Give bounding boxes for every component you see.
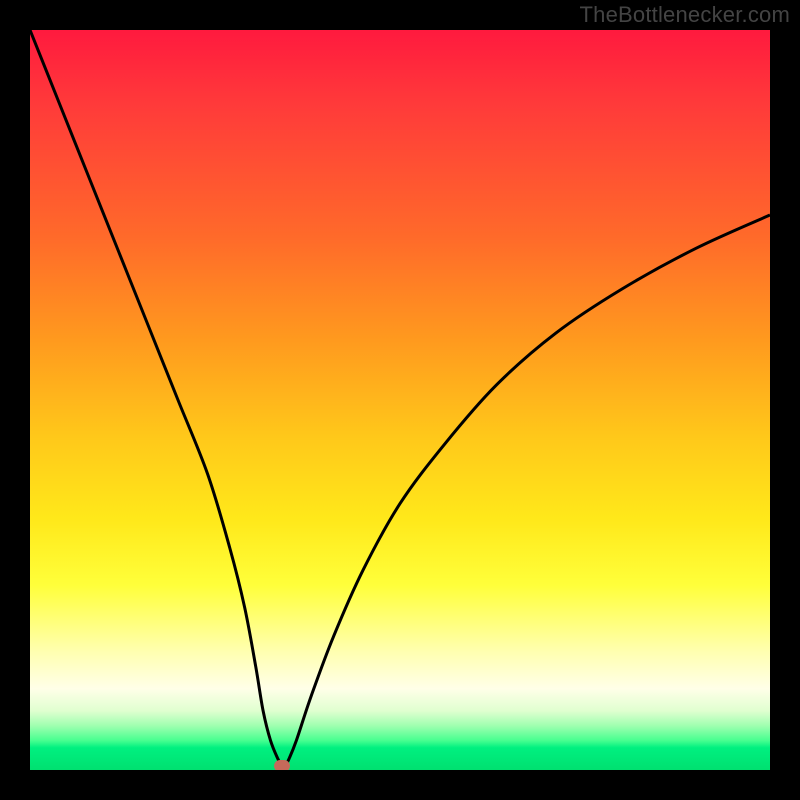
- watermark-text: TheBottlenecker.com: [580, 2, 790, 28]
- chart-frame: TheBottlenecker.com: [0, 0, 800, 800]
- bottleneck-curve: [30, 30, 770, 770]
- plot-area: [30, 30, 770, 770]
- curve-path: [30, 30, 770, 766]
- minimum-marker: [274, 760, 290, 770]
